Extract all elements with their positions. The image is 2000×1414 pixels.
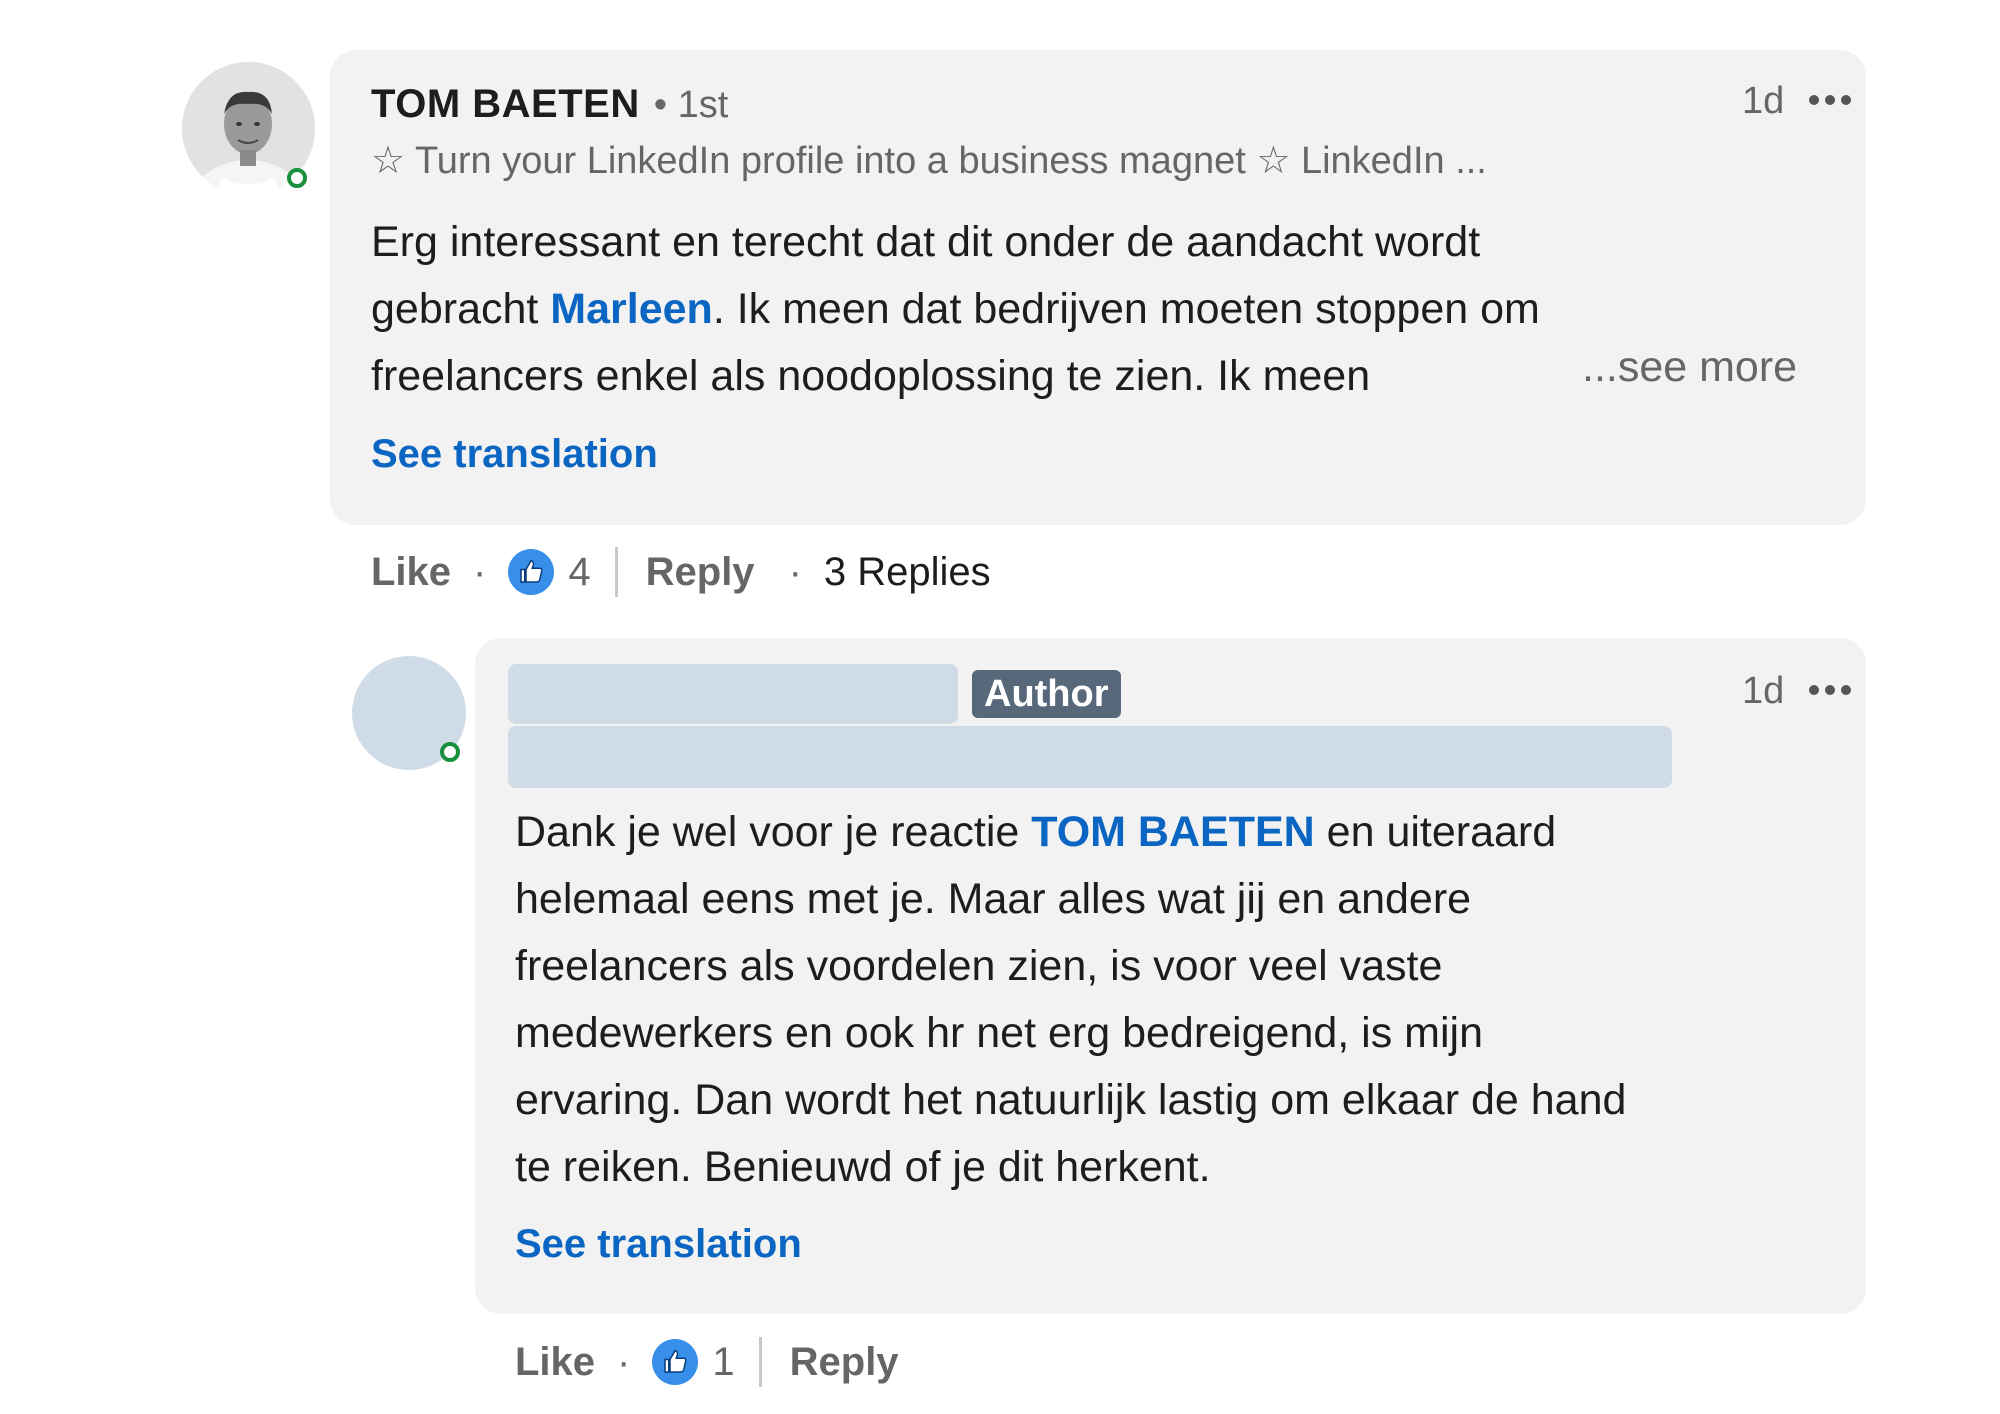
mention-link[interactable]: Marleen (550, 285, 713, 333)
comment-body-text: . Ik meen dat bedrijven moeten stoppen o… (712, 285, 1540, 333)
see-translation-button[interactable]: See translation (371, 432, 658, 477)
online-status-indicator (287, 168, 307, 188)
reply-button[interactable]: Reply (790, 1340, 899, 1385)
commenter-name[interactable]: TOM BAETEN (371, 82, 640, 127)
replies-count-link[interactable]: 3 Replies (824, 550, 991, 595)
redacted-author-name (508, 664, 958, 724)
reply-body: Dank je wel voor je reactie TOM BAETEN e… (515, 799, 1855, 1201)
connection-degree: • 1st (653, 84, 729, 126)
redacted-author-headline (508, 726, 1672, 788)
like-thumb-icon[interactable] (508, 549, 555, 595)
see-translation-button[interactable]: See translation (515, 1222, 802, 1267)
commenter-headline: ☆ Turn your LinkedIn profile into a busi… (371, 140, 1487, 182)
more-options-icon[interactable] (1806, 76, 1854, 124)
reply-button[interactable]: Reply (646, 550, 755, 595)
like-button[interactable]: Like (515, 1340, 595, 1385)
reply-body-line: ervaring. Dan wordt het natuurlijk lasti… (515, 1076, 1627, 1124)
reply-timestamp: 1d (1742, 670, 1785, 712)
comment-timestamp: 1d (1742, 80, 1785, 122)
separator-dot: · (473, 549, 487, 594)
reply-body-line: te reiken. Benieuwd of je dit herkent. (515, 1143, 1211, 1191)
reply-body-text: Dank je wel voor je reactie (515, 808, 1032, 856)
comment-body-line: gebracht Marleen. Ik meen dat bedrijven … (371, 276, 1821, 343)
reaction-count[interactable]: 1 (712, 1340, 734, 1385)
more-options-icon[interactable] (1806, 666, 1854, 714)
reply-body-line: helemaal eens met je. Maar alles wat jij… (515, 875, 1472, 923)
action-divider (614, 547, 618, 597)
action-divider (758, 1337, 762, 1387)
online-status-indicator (440, 742, 460, 762)
separator-dot: · (788, 549, 802, 594)
reply-body-line: Dank je wel voor je reactie TOM BAETEN e… (515, 799, 1855, 866)
reaction-count[interactable]: 4 (568, 550, 590, 595)
like-button[interactable]: Like (371, 550, 451, 595)
reply-body-line: freelancers als voordelen zien, is voor … (515, 942, 1443, 990)
see-more-button[interactable]: ...see more (1582, 343, 1797, 392)
author-badge: Author (972, 670, 1121, 718)
reply-body-line: medewerkers en ook hr net erg bedreigend… (515, 1009, 1484, 1057)
separator-dot: · (617, 1339, 631, 1384)
comment-body-line: Erg interessant en terecht dat dit onder… (371, 218, 1481, 266)
mention-link[interactable]: TOM BAETEN (1031, 808, 1315, 856)
like-thumb-icon[interactable] (652, 1339, 699, 1385)
comment-body-text: gebracht (371, 285, 551, 333)
reply-body-text: en uiteraard (1314, 808, 1557, 856)
